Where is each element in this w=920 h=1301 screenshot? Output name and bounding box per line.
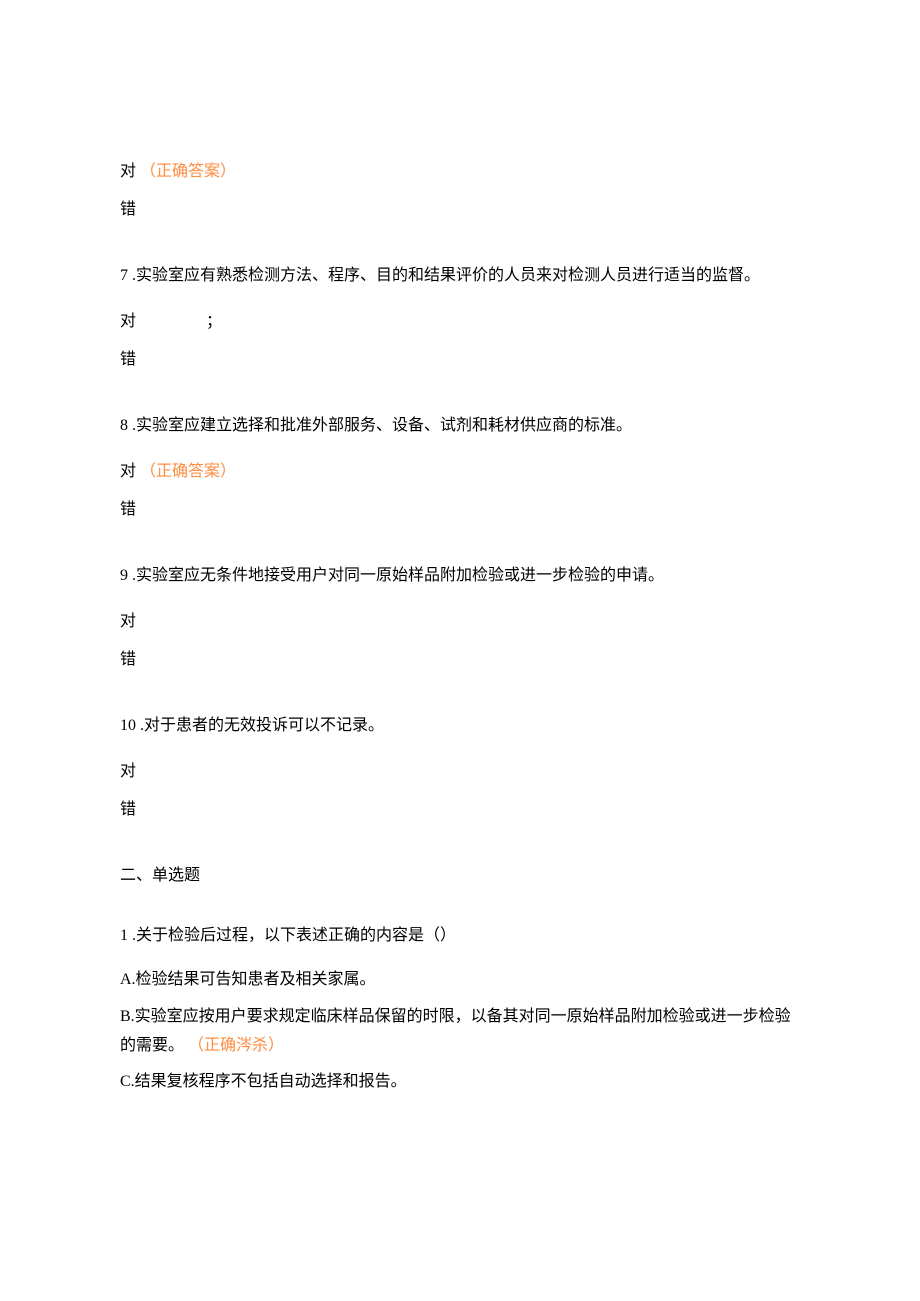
q9-true-text: 对: [120, 613, 136, 630]
q10-option-true: 对: [120, 760, 800, 784]
q8-option-true: 对 （正确答案）: [120, 460, 800, 484]
q7-option-false: 错: [120, 348, 800, 372]
q8-true-text: 对: [120, 463, 136, 480]
s2q1-optC-text: C.结果复核程序不包括自动选择和报告。: [120, 1073, 407, 1090]
q6-option-false: 错: [120, 198, 800, 222]
q6-true-text: 对: [120, 163, 136, 180]
q8-option-false: 错: [120, 498, 800, 522]
q9-option-false: 错: [120, 648, 800, 672]
q10-sep: .: [136, 717, 144, 734]
s2q1-question: 1 .关于检验后过程，以下表述正确的内容是（）: [120, 924, 800, 948]
s2q1-optB-correct: （正确涔杀）: [188, 1037, 284, 1054]
q8-number: 8: [120, 417, 128, 434]
q8-sep: .: [128, 417, 136, 434]
q7-option-true: 对；: [120, 310, 800, 334]
q7-number: 7: [120, 267, 128, 284]
q10-text: 对于患者的无效投诉可以不记录。: [144, 717, 384, 734]
q6-false-text: 错: [120, 201, 136, 218]
q7-true-text: 对: [120, 313, 136, 330]
q10-false-text: 错: [120, 801, 136, 818]
s2q1-option-b: B.实验室应按用户要求规定临床样品保留的时限，以备其对同一原始样品附加检验或进一…: [120, 1003, 800, 1061]
q10-option-false: 错: [120, 798, 800, 822]
s2q1-text: 关于检验后过程，以下表述正确的内容是（）: [136, 927, 456, 944]
s2q1-sep: .: [128, 927, 136, 944]
q9-option-true: 对: [120, 610, 800, 634]
s2q1-option-a: A.检验结果可告知患者及相关家属。: [120, 966, 800, 995]
q10-number: 10: [120, 717, 136, 734]
s2q1-option-c: C.结果复核程序不包括自动选择和报告。: [120, 1068, 800, 1097]
section2-header-text: 二、单选题: [120, 867, 200, 884]
s2q1-number: 1: [120, 927, 128, 944]
q10-question: 10 .对于患者的无效投诉可以不记录。: [120, 710, 800, 742]
q7-text: 实验室应有熟悉检测方法、程序、目的和结果评价的人员来对检测人员进行适当的监督。: [136, 267, 760, 284]
q9-text: 实验室应无条件地接受用户对同一原始样品附加检验或进一步检验的申请。: [136, 567, 664, 584]
q6-option-true: 对 （正确答案）: [120, 160, 800, 184]
q10-true-text: 对: [120, 763, 136, 780]
q8-correct-label: （正确答案）: [140, 463, 236, 480]
document-page: 对 （正确答案） 错 7 .实验室应有熟悉检测方法、程序、目的和结果评价的人员来…: [0, 0, 920, 1225]
q8-question: 8 .实验室应建立选择和批准外部服务、设备、试剂和耗材供应商的标准。: [120, 410, 800, 442]
q9-number: 9: [120, 567, 128, 584]
q7-question: 7 .实验室应有熟悉检测方法、程序、目的和结果评价的人员来对检测人员进行适当的监…: [120, 260, 800, 292]
q9-question: 9 .实验室应无条件地接受用户对同一原始样品附加检验或进一步检验的申请。: [120, 560, 800, 592]
q7-sep: .: [128, 267, 136, 284]
q8-text: 实验室应建立选择和批准外部服务、设备、试剂和耗材供应商的标准。: [136, 417, 632, 434]
q7-false-text: 错: [120, 351, 136, 368]
q6-correct-label: （正确答案）: [140, 163, 236, 180]
q8-false-text: 错: [120, 501, 136, 518]
q7-punct: ；: [206, 313, 222, 330]
s2q1-optA-text: A.检验结果可告知患者及相关家属。: [120, 971, 376, 988]
section2-header: 二、单选题: [120, 864, 800, 888]
q9-sep: .: [128, 567, 136, 584]
q9-false-text: 错: [120, 651, 136, 668]
